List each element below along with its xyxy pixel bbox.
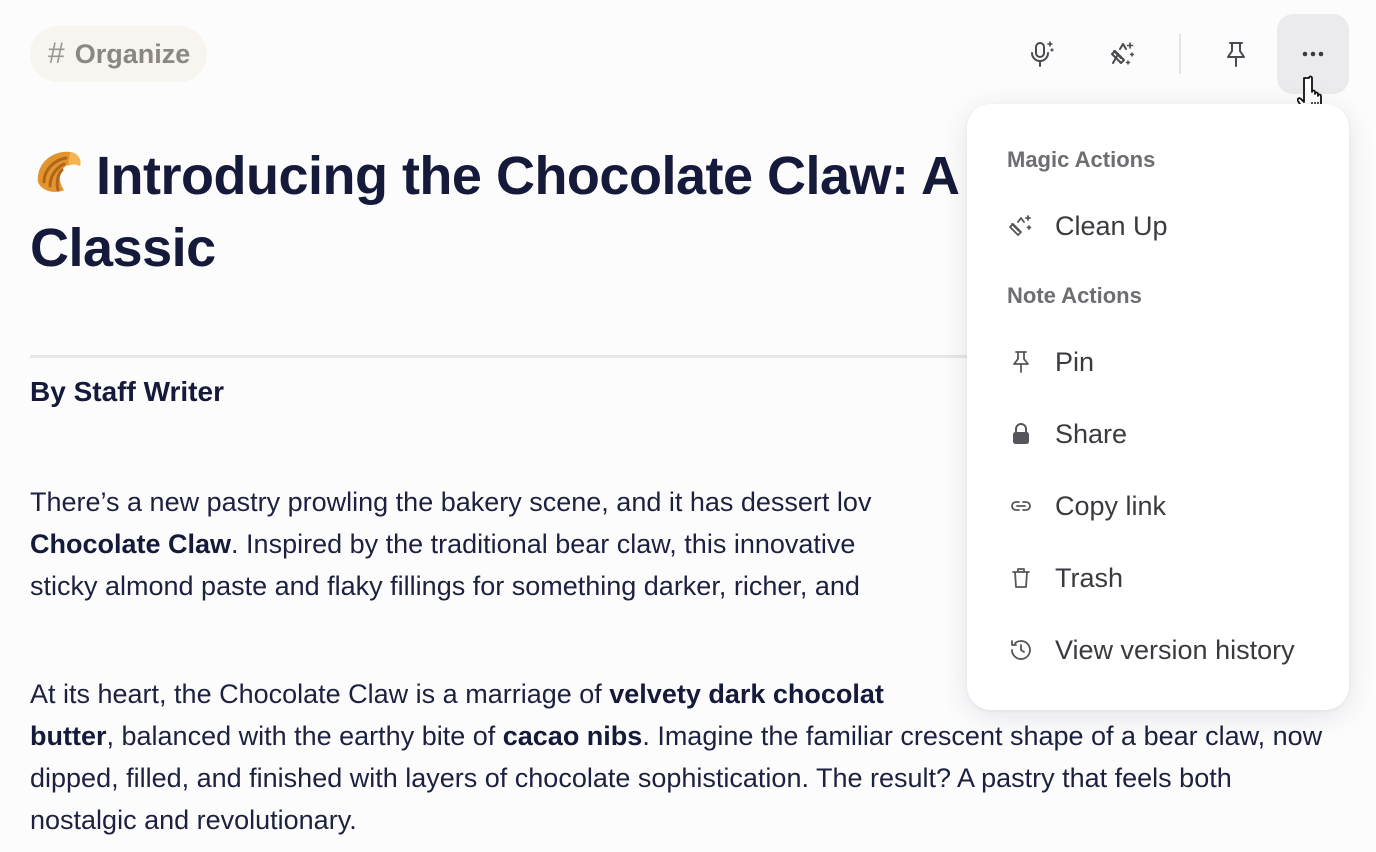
dictate-button[interactable] [1006,14,1078,94]
toolbar-divider [1179,34,1181,74]
menu-item-label: Trash [1055,562,1124,593]
menu-item-clean-up[interactable]: Clean Up [1007,206,1168,246]
menu-item-share[interactable]: Share [1007,414,1127,454]
menu-item-label: Copy link [1055,490,1167,521]
menu-item-pin[interactable]: Pin [1007,342,1094,382]
byline: By Staff Writer [30,376,224,407]
title-divider [30,355,970,358]
paragraph-1-text-a: There’s a new pastry prowling the bakery… [30,487,872,517]
menu-item-label: Pin [1055,346,1095,377]
trash-icon [1012,568,1030,588]
croissant-icon [37,151,81,192]
clean-up-sparkle-icon [1111,42,1135,65]
paragraph-2-text-a: At its heart, the Chocolate Claw is a ma… [30,679,610,709]
paragraph-2-bold-c: cacao nibs [502,721,643,751]
history-icon [1011,640,1031,660]
pin-icon [1013,351,1029,373]
menu-item-version-history[interactable]: View version history [1007,630,1295,670]
clean-up-sparkle-icon [1009,215,1032,236]
paragraph-1-text-b: . Inspired by the traditional bear claw,… [231,529,856,559]
menu-item-label: View version history [1055,634,1295,665]
pin-icon [1227,42,1245,67]
microphone-sparkle-icon [1031,41,1054,67]
hash-icon: # [48,37,65,70]
clean-up-button[interactable] [1087,14,1159,94]
menu-item-label: Share [1055,418,1128,449]
more-options-menu: Magic Actions Clean Up Note Actions Pin … [967,104,1349,710]
paragraph-2-bold-a: velvety dark chocolat [609,679,884,709]
link-icon [1011,501,1031,511]
menu-item-trash[interactable]: Trash [1007,558,1123,598]
tag-chip-organize[interactable]: # Organize [30,26,208,82]
paragraph-2-text-b: , balanced with the earthy bite of [106,721,503,751]
menu-item-copy-link[interactable]: Copy link [1007,486,1166,526]
pin-button[interactable] [1200,14,1272,94]
more-icon [1302,51,1324,57]
paragraph-1-bold-a: Chocolate Claw [30,529,232,559]
menu-item-label: Clean Up [1055,210,1168,241]
magic-actions-header: Magic Actions [1007,147,1156,172]
paragraph-2-bold-b: butter [30,721,107,751]
note-page: # Organize Introducing the Chocolate Cla… [0,0,1376,852]
paragraph-1-text-c: sticky almond paste and flaky fillings f… [30,571,860,601]
lock-icon [1013,423,1029,444]
note-actions-header: Note Actions [1007,283,1142,308]
tag-label: Organize [74,38,191,69]
